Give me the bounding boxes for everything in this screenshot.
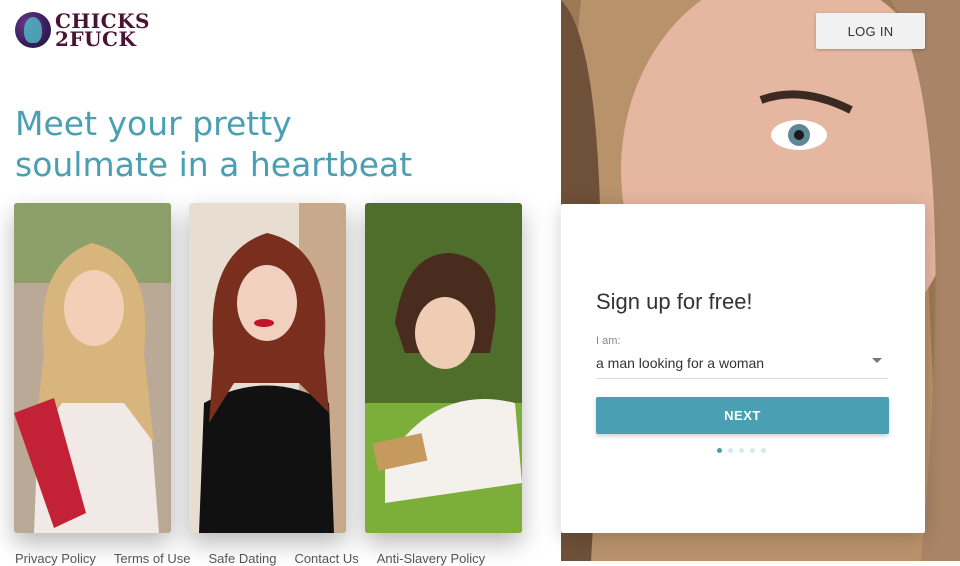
profile-photo-card [14, 203, 171, 533]
chevron-down-icon [872, 358, 882, 363]
footer-link-safe-dating[interactable]: Safe Dating [209, 551, 277, 566]
footer-link-contact[interactable]: Contact Us [294, 551, 358, 566]
next-button[interactable]: NEXT [596, 397, 889, 434]
step-dot [717, 448, 722, 453]
logo-wordmark: CHICKS 2FUCK [55, 11, 150, 51]
signup-title: Sign up for free! [596, 289, 753, 314]
login-button[interactable]: LOG IN [816, 13, 925, 49]
logo-mark-icon [15, 12, 51, 48]
footer-link-anti-slavery[interactable]: Anti-Slavery Policy [377, 551, 485, 566]
logo-line-2: 2FUCK [55, 27, 137, 51]
step-dot [750, 448, 755, 453]
brand-logo[interactable]: CHICKS 2FUCK [15, 11, 150, 51]
iam-label: I am: [596, 335, 621, 347]
page-headline: Meet your pretty soulmate in a heartbeat [15, 104, 413, 184]
step-indicator [717, 448, 766, 453]
signup-panel: Sign up for free! I am: a man looking fo… [561, 204, 925, 533]
step-dot [728, 448, 733, 453]
seeking-select[interactable]: a man looking for a woman [596, 352, 888, 379]
profile-photo-card [365, 203, 522, 533]
footer-link-privacy[interactable]: Privacy Policy [15, 551, 96, 566]
profile-photo-redhead [189, 203, 346, 533]
step-dot [761, 448, 766, 453]
profile-photo-brunette [365, 203, 522, 533]
profile-photo-blonde [14, 203, 171, 533]
footer-links: Privacy Policy Terms of Use Safe Dating … [15, 551, 485, 566]
profile-photo-card [189, 203, 346, 533]
seeking-select-value: a man looking for a woman [596, 355, 765, 371]
footer-link-terms[interactable]: Terms of Use [114, 551, 191, 566]
step-dot [739, 448, 744, 453]
